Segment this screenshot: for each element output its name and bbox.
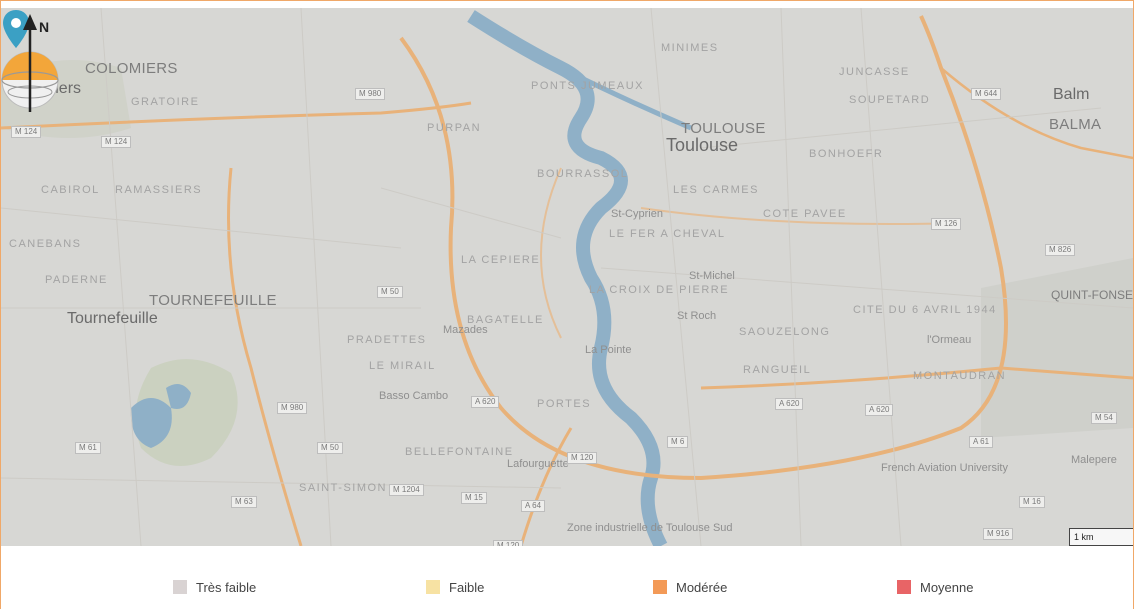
- road-shield: M 63: [231, 496, 257, 508]
- map-label-minimes: MINIMES: [661, 42, 719, 54]
- map-label-lafourguette: Lafourguette: [507, 458, 569, 470]
- map-label-saint-simon: SAINT-SIMON: [299, 482, 388, 494]
- map-label-toulouse-caps: TOULOUSE: [681, 120, 766, 137]
- road-shield: M 916: [983, 528, 1014, 540]
- map-label-st-cyprien: St-Cyprien: [611, 208, 663, 220]
- map-label-malepere: Malepere: [1071, 454, 1117, 466]
- map-label-montaudran: MONTAUDRAN: [913, 370, 1007, 382]
- map-label-juncasse: JUNCASSE: [839, 66, 910, 78]
- legend-swatch: [897, 580, 911, 594]
- legend-item-tres-faible: Très faible: [173, 579, 256, 595]
- road-shield: M 126: [931, 218, 962, 230]
- legend-label: Moyenne: [920, 579, 974, 595]
- road-shield: A 620: [865, 404, 894, 416]
- map-label-cabirol: CABIROL: [41, 184, 100, 196]
- map-label-colomiers-caps: COLOMIERS: [85, 60, 178, 77]
- map-label-rangueil: RANGUEIL: [743, 364, 812, 376]
- map-label-lormeau: l'Ormeau: [927, 334, 972, 346]
- map-label-bellefontaine: BELLEFONTAINE: [405, 446, 514, 458]
- map-label-ramassiers: RAMASSIERS: [115, 184, 203, 196]
- road-shield: M 50: [317, 442, 343, 454]
- map-label-st-roch: St Roch: [677, 310, 717, 322]
- road-shield: A 620: [471, 396, 500, 408]
- map-label-la-croix: LA CROIX DE PIERRE: [589, 284, 730, 296]
- map-label-mazades: Mazades: [443, 324, 488, 336]
- highway: [227, 167, 303, 546]
- compass-north-label: N: [39, 19, 49, 35]
- map-label-gratoire: GRATOIRE: [131, 96, 200, 108]
- legend-label: Modérée: [676, 579, 728, 595]
- ring-road: [399, 15, 1008, 481]
- map-label-bourrassol: BOURRASSOL: [537, 168, 629, 180]
- road-shield: A 61: [969, 436, 994, 448]
- map-label-tournefeuille-caps: TOURNEFEUILLE: [149, 292, 277, 309]
- map-label-toulouse: Toulouse: [666, 135, 739, 155]
- map-label-les-carmes: LES CARMES: [673, 184, 759, 196]
- road-shield: M 54: [1091, 412, 1117, 424]
- legend-label: Faible: [449, 579, 485, 595]
- map-label-pradettes: PRADETTES: [347, 334, 427, 346]
- legend-label: Très faible: [196, 579, 257, 595]
- map-label-zone-industrielle: Zone industrielle de Toulouse Sud: [567, 522, 733, 534]
- road-shield: M 124: [101, 136, 132, 148]
- legend-swatch: [653, 580, 667, 594]
- road-shield: M 980: [277, 402, 308, 414]
- road-shield: M 15: [461, 492, 487, 504]
- map-label-le-mirail: LE MIRAIL: [369, 360, 436, 372]
- map-label-la-pointe: La Pointe: [585, 344, 632, 356]
- road-shield: M 644: [971, 88, 1002, 100]
- map-label-soupetard: SOUPETARD: [849, 94, 931, 106]
- scale-bar: 1 km: [1069, 528, 1133, 546]
- compass-icon[interactable]: N: [1, 8, 59, 112]
- map-label-fer-a-cheval: LE FER A CHEVAL: [609, 228, 726, 240]
- legend-item-faible: Faible: [426, 579, 484, 595]
- map-label-cite: CITE DU 6 AVRIL 1944: [853, 304, 997, 316]
- road-shield: A 64: [521, 500, 546, 512]
- road-shield: M 61: [75, 442, 101, 454]
- legend-item-moderee: Modérée: [653, 579, 727, 595]
- legend-item-moyenne: Moyenne: [897, 579, 973, 595]
- map-label-balm: Balm: [1053, 86, 1090, 103]
- map-label-balma: BALMA: [1049, 116, 1102, 133]
- map-label-bonhoure: BONHOEFR: [809, 148, 884, 160]
- map-label-st-michel: St-Michel: [689, 270, 735, 282]
- map-label-paderne: PADERNE: [45, 274, 108, 286]
- map-label-ponts-jumeaux: PONTS JUMEAUX: [531, 80, 645, 92]
- road-shield: M 50: [377, 286, 403, 298]
- road-shield: M 1204: [389, 484, 424, 496]
- map-label-portes: PORTES: [537, 398, 592, 410]
- map-label-tournefeuille: Tournefeuille: [67, 310, 158, 327]
- map-label-canebans: CANEBANS: [9, 238, 82, 250]
- map-label-cote-pavee: COTE PAVEE: [763, 208, 847, 220]
- road-shield: M 120: [567, 452, 598, 464]
- road-shield: M 16: [1019, 496, 1045, 508]
- map-label-la-cepiere: LA CEPIERE: [461, 254, 541, 266]
- road-shield: M 124: [11, 126, 42, 138]
- map-label-saouzelong: SAOUZELONG: [739, 326, 831, 338]
- road-shield: M 826: [1045, 244, 1076, 256]
- road-shield: M 120: [493, 540, 524, 546]
- legend: Très faible Faible Modérée Moyenne: [0, 547, 1134, 610]
- road-shield: M 6: [667, 436, 689, 448]
- road: [540, 167, 562, 339]
- road-shield: M 980: [355, 88, 386, 100]
- road-shield: A 620: [775, 398, 804, 410]
- map-label-quint: QUINT-FONSE: [1051, 288, 1133, 302]
- map-view[interactable]: Colomiers COLOMIERS Toulouse TOULOUSE To…: [1, 8, 1133, 546]
- map-label-purpan: PURPAN: [427, 122, 482, 134]
- legend-swatch: [426, 580, 440, 594]
- map-label-basso-cambo: Basso Cambo: [379, 390, 449, 402]
- map-label-french-aviation: French Aviation University: [881, 462, 1008, 474]
- legend-swatch: [173, 580, 187, 594]
